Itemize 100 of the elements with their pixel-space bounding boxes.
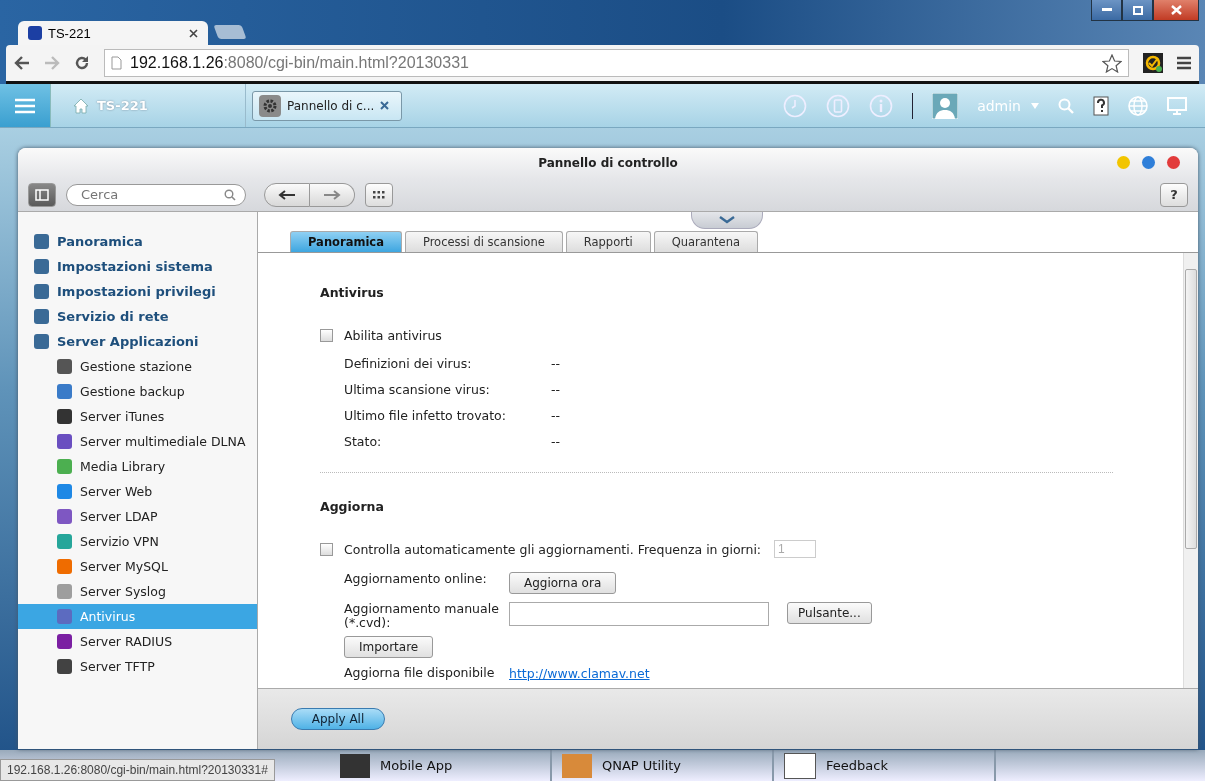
app-icon [57,509,72,524]
app-icon [57,359,72,374]
app-icon [57,634,72,649]
app-icon [57,484,72,499]
close-icon[interactable] [189,28,198,38]
sidebar-item[interactable]: Server RADIUS [18,629,257,654]
app-icon [57,434,72,449]
close-icon[interactable] [380,101,390,110]
section-heading: Aggiorna [320,499,385,514]
sidebar-item[interactable]: Impostazioni privilegi [18,279,257,304]
field-label: Aggiornamento online: [344,572,488,586]
new-tab-button[interactable] [213,25,247,39]
reload-icon[interactable] [74,55,90,71]
checkbox[interactable] [320,328,333,342]
avatar-icon[interactable] [932,92,959,119]
help-button[interactable]: ? [1160,182,1188,207]
sidebar-item[interactable]: Gestione backup [18,379,257,404]
field-value: -- [551,355,561,371]
sidebar-item[interactable]: Server Syslog [18,579,257,604]
import-button[interactable]: Importare [344,636,434,658]
file-path-input[interactable] [509,602,769,626]
apply-all-button[interactable]: Apply All [291,708,385,730]
tab[interactable]: Processi di scansione [404,231,563,252]
category-icon [34,234,49,249]
browse-button[interactable]: Pulsante... [787,602,872,624]
app-icon [57,584,72,599]
back-button[interactable] [264,182,310,207]
status-url: 192.168.1.26:8080/cgi-bin/main.html?20130331# [0,759,275,781]
sidebar-item[interactable]: Servizio VPN [18,529,257,554]
category-icon [34,334,49,349]
open-app-tab[interactable]: Pannello di c... [252,90,402,121]
field-label: Ultimo file infetto trovato: [344,407,507,423]
sidebar-item[interactable]: Server MySQL [18,554,257,579]
section-heading: Antivirus [320,285,385,300]
sidebar-item[interactable]: Server LDAP [18,504,257,529]
extension-icon[interactable] [1143,53,1163,73]
maximize-button[interactable] [1122,0,1153,21]
browser-tab-title: TS-221 [48,25,92,41]
tab[interactable]: Panoramica [290,231,402,252]
grid-icon [373,190,385,199]
sidebar-item[interactable]: Server Web [18,479,257,504]
menu-icon [15,97,35,114]
help-icon[interactable] [1093,95,1109,116]
back-arrow-icon [278,189,296,200]
back-icon[interactable] [14,56,30,70]
menu-icon[interactable] [1177,56,1191,70]
app-icon [57,409,72,424]
caret-icon [1031,102,1039,109]
collapse-toggle[interactable] [691,212,763,229]
chevron-icon [719,216,735,224]
sidebar-item[interactable]: Gestione stazione [18,354,257,379]
checkbox-label: Abilita antivirus [344,327,442,343]
sidebar-toggle-button[interactable] [28,182,56,207]
search-field[interactable]: Cerca [66,183,246,206]
field-label: Definizioni dei virus: [344,355,473,371]
sidebar-item[interactable]: Server Applicazioni [18,329,257,354]
app-icon [57,459,72,474]
forward-arrow-icon [323,189,341,200]
field-value: -- [551,433,561,449]
category-icon [34,309,49,324]
app-icon [57,659,72,674]
sidebar-item[interactable]: Impostazioni sistema [18,254,257,279]
app-icon [57,384,72,399]
tab[interactable]: Rapporti [565,231,651,252]
window-title: Pannello di controllo [538,156,678,170]
sidebar-item[interactable]: Servizio di rete [18,304,257,329]
app-icon [57,609,72,624]
address-bar[interactable]: 192.168.1.26:8080/cgi-bin/main.html?20130331 [104,49,1129,77]
gear-icon [259,94,281,117]
category-icon [34,259,49,274]
sidebar-item[interactable]: Server TFTP [18,654,257,679]
maximize-icon [1132,5,1143,15]
browser-tab[interactable]: TS-221 [18,21,208,45]
sidebar-layout-icon [35,188,49,201]
menu-button[interactable] [0,84,51,127]
close-button[interactable] [1153,0,1199,21]
app-icon [57,534,72,549]
app-logo-icon [28,26,42,40]
checkbox-label: Controlla automaticamente gli aggiornamenti. Frequenza in giorni: [344,541,762,557]
url-text: 192.168.1.26:8080/cgi-bin/main.html?20130331 [130,54,470,72]
minimize-icon [1101,8,1112,12]
sidebar-item[interactable]: Media Library [18,454,257,479]
app-icon [57,559,72,574]
scrollbar[interactable] [1183,253,1198,688]
field-label: Aggiornamento manuale (*.cvd): [344,602,500,630]
tab[interactable]: Quarantena [653,231,758,252]
category-icon [34,284,49,299]
sidebar-item[interactable]: Panoramica [18,229,257,254]
star-icon[interactable] [1102,53,1122,73]
sidebar-item[interactable]: Server multimediale DLNA [18,429,257,454]
field-label: Stato: [344,433,383,449]
search-icon [224,188,236,201]
update-now-button[interactable]: Aggiorna ora [509,572,617,594]
field-label: Aggiorna file disponibile [344,666,496,680]
home-icon[interactable] [73,97,89,114]
apps-grid-button[interactable] [365,182,393,207]
clamav-link[interactable]: http://www.clamav.net [509,666,650,681]
field-value: -- [551,381,561,397]
sidebar-item[interactable]: Server iTunes [18,404,257,429]
minimize-button[interactable] [1091,0,1122,21]
